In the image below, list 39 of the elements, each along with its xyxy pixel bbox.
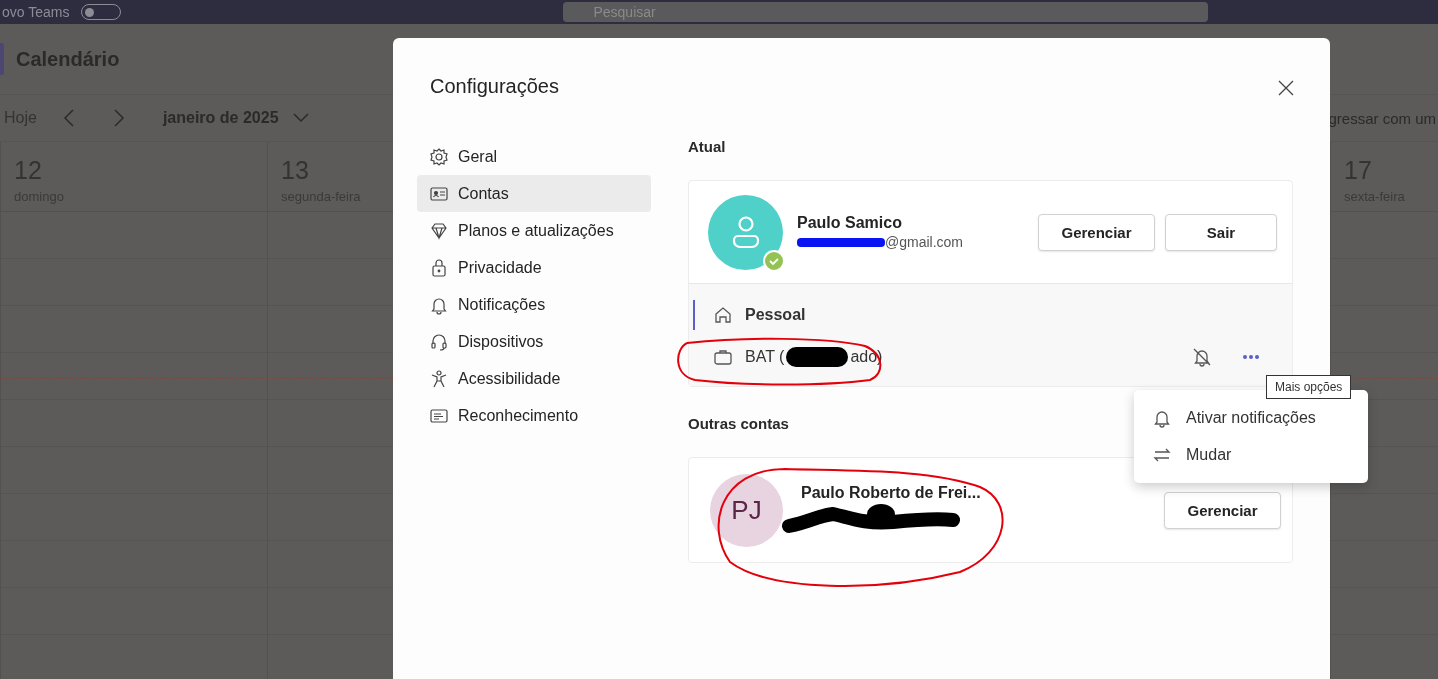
account-button[interactable]: Gerenciar (1038, 213, 1155, 251)
home-icon (713, 305, 733, 325)
account-name: Paulo Samico (797, 214, 903, 232)
briefcase-icon (713, 347, 733, 367)
headset-icon (429, 331, 449, 352)
menu-item[interactable]: Ativar notificações (1134, 405, 1368, 431)
menu-item[interactable]: Mudar (1134, 442, 1368, 468)
settings-nav-item[interactable]: Reconhecimento (417, 397, 651, 434)
account-name: Paulo Roberto de Frei... (801, 484, 981, 502)
section-heading: Atual (688, 138, 726, 157)
initials-avatar: PJ (710, 473, 783, 547)
profile-item[interactable]: Pessoal (693, 300, 1292, 330)
close-icon[interactable] (1278, 80, 1294, 96)
manage-button[interactable]: Gerenciar (1164, 491, 1281, 529)
lock-icon (429, 257, 449, 278)
dialog-title: Configurações (430, 74, 559, 98)
account-button[interactable]: Sair (1165, 213, 1277, 251)
account-email: @gmail.com (885, 234, 963, 250)
profile-label: BAT ( (745, 348, 785, 366)
tooltip: Mais opções (1266, 375, 1352, 399)
status-check-icon (763, 249, 785, 272)
diamond-icon (429, 220, 449, 241)
settings-nav-item[interactable]: Contas (417, 175, 651, 212)
section-heading: Outras contas (688, 415, 789, 434)
chevron-down-icon (292, 113, 309, 123)
settings-nav-item[interactable]: Planos e atualizações (417, 212, 651, 249)
settings-nav-item[interactable]: Privacidade (417, 249, 651, 286)
bell-off-icon[interactable] (1192, 347, 1212, 367)
settings-nav-item[interactable]: Geral (417, 138, 651, 175)
person-icon (429, 368, 449, 389)
profile-label: Pessoal (745, 306, 806, 324)
gear-icon (429, 146, 449, 167)
settings-nav-item[interactable]: Dispositivos (417, 323, 651, 360)
redaction-mark (786, 347, 849, 367)
app-label: ovo Teams (2, 4, 70, 20)
bell-icon (1152, 408, 1172, 428)
settings-nav-item[interactable]: Notificações (417, 286, 651, 323)
more-options-icon[interactable] (1242, 354, 1260, 360)
settings-nav-item[interactable]: Acessibilidade (417, 360, 651, 397)
